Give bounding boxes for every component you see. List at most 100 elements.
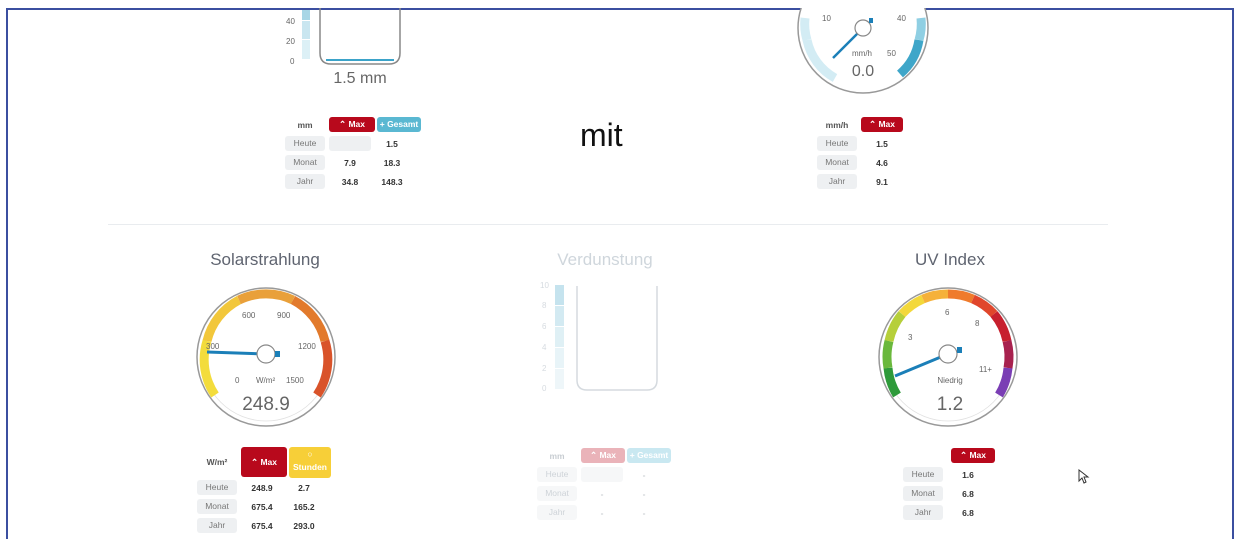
solar-tick-1200: 1200	[298, 342, 316, 351]
max-label: Max	[878, 119, 896, 129]
row-label: Heute	[903, 467, 943, 482]
rain-scale-bar	[302, 21, 310, 39]
max-button[interactable]: ⌃ Max	[581, 448, 625, 463]
rain-axis-tick-0: 0	[290, 57, 295, 66]
rain-scale-bar	[302, 10, 310, 20]
uv-tick-11plus: 11+	[979, 365, 992, 374]
cell-max: 34.8	[341, 176, 359, 187]
cell-max: 6.8	[962, 507, 974, 518]
unit-label: mm/h	[825, 119, 849, 130]
max-button[interactable]: ⌃ Max	[861, 117, 903, 132]
solar-tick-300: 300	[206, 342, 220, 351]
unit-label: W/m²	[206, 457, 228, 467]
cell-max: -	[600, 507, 604, 518]
window-border-top	[6, 8, 1234, 10]
section-divider	[108, 224, 1108, 225]
evap-axis-tick: 6	[542, 322, 547, 331]
rain-rate-tick-50: 50	[887, 49, 896, 58]
rain-rate-tick-10: 10	[822, 14, 831, 23]
window-border-left	[6, 8, 8, 539]
cell-max: 1.5	[876, 138, 888, 149]
max-label: Max	[599, 450, 617, 460]
cell-total: -	[642, 488, 646, 499]
cell-max: 675.4	[251, 501, 273, 512]
max-button[interactable]: ⌃ Max	[241, 447, 287, 477]
unit-label: mm	[549, 450, 565, 461]
cell-max: 4.6	[876, 157, 888, 168]
evap-axis-tick: 8	[542, 301, 547, 310]
hours-button[interactable]: ○ Stunden	[289, 446, 331, 478]
row-label: Heute	[817, 136, 857, 151]
rain-rate-value: 0.0	[851, 63, 875, 80]
row-label: Jahr	[197, 518, 237, 533]
total-button[interactable]: + Gesamt	[377, 117, 421, 132]
mouse-cursor-icon	[1078, 469, 1090, 484]
total-label: Gesamt	[637, 450, 669, 460]
row-label: Jahr	[903, 505, 943, 520]
cell-hours: 293.0	[293, 520, 315, 531]
uv-tick-3: 3	[908, 333, 913, 342]
max-button[interactable]: ⌃ Max	[329, 117, 375, 132]
rain-axis-tick-20: 20	[286, 37, 295, 46]
evap-title: Verdunstung	[557, 250, 653, 269]
solar-tick-1500: 1500	[286, 376, 304, 385]
uv-value: 1.2	[936, 394, 964, 415]
cell-hours: 2.7	[298, 482, 310, 493]
row-label: Jahr	[537, 505, 577, 520]
row-label: Heute	[197, 480, 237, 495]
row-label: Jahr	[817, 174, 857, 189]
evap-bucket	[576, 286, 658, 391]
total-button[interactable]: + Gesamt	[627, 448, 671, 463]
max-label: Max	[260, 457, 278, 467]
evap-axis-tick: 4	[542, 343, 547, 352]
solar-title: Solarstrahlung	[210, 250, 320, 269]
cell-max: 248.9	[251, 482, 273, 493]
evap-axis-tick: 0	[542, 384, 547, 393]
rain-axis-tick-40: 40	[286, 17, 295, 26]
rain-rate-stats-table: mm/h ⌃ Max Heute 1.5 Monat 4.6 Jahr 9.1	[817, 115, 903, 191]
rain-bucket	[319, 8, 401, 65]
max-label: Max	[348, 119, 366, 129]
cell-total: 1.5	[386, 138, 398, 149]
cell-max: 675.4	[251, 520, 273, 531]
cell-max: 6.8	[962, 488, 974, 499]
solar-unit: W/m²	[256, 376, 276, 385]
cell-total: 18.3	[383, 157, 401, 168]
rain-rate-tick-40: 40	[897, 14, 906, 23]
rain-rate-unit: mm/h	[852, 49, 872, 58]
max-button[interactable]: ⌃ Max	[951, 448, 995, 463]
rain-total-value: 1.5 mm	[333, 70, 387, 87]
rain-scale-bar	[302, 40, 310, 59]
evap-stats-table: mm ⌃ Max + Gesamt Heute - Monat - - Jahr…	[537, 446, 671, 522]
cell-max: 9.1	[876, 176, 888, 187]
row-label: Monat	[285, 155, 325, 170]
solar-stats-table: W/m² ⌃ Max ○ Stunden Heute 248.9 2.7 Mon…	[197, 446, 331, 535]
row-label: Heute	[537, 467, 577, 482]
cell-max	[329, 136, 371, 151]
row-label: Monat	[903, 486, 943, 501]
row-label: Heute	[285, 136, 325, 151]
evap-scale-bar	[555, 327, 564, 347]
uv-title: UV Index	[915, 250, 985, 269]
clock-icon: ○	[307, 448, 313, 459]
cell-total: -	[642, 507, 646, 518]
solar-tick-900: 900	[277, 311, 291, 320]
solar-value: 248.9	[242, 394, 290, 415]
evap-axis-tick: 2	[542, 364, 547, 373]
cell-max: 7.9	[344, 157, 356, 168]
uv-stats-table: ⌃ Max Heute 1.6 Monat 6.8 Jahr 6.8	[903, 446, 995, 522]
row-label: Monat	[197, 499, 237, 514]
window-border-right	[1232, 8, 1234, 539]
evap-axis-tick: 10	[540, 281, 549, 290]
cell-total: 148.3	[381, 176, 403, 187]
cell-max: 1.6	[962, 469, 974, 480]
row-label: Monat	[817, 155, 857, 170]
cell-max: -	[600, 488, 604, 499]
cell-total: -	[642, 469, 646, 480]
uv-tick-6: 6	[945, 308, 950, 317]
solar-tick-600: 600	[242, 311, 256, 320]
uv-tick-8: 8	[975, 319, 980, 328]
cell-max	[581, 467, 623, 482]
max-label: Max	[969, 450, 987, 460]
solar-tick-0: 0	[235, 376, 240, 385]
